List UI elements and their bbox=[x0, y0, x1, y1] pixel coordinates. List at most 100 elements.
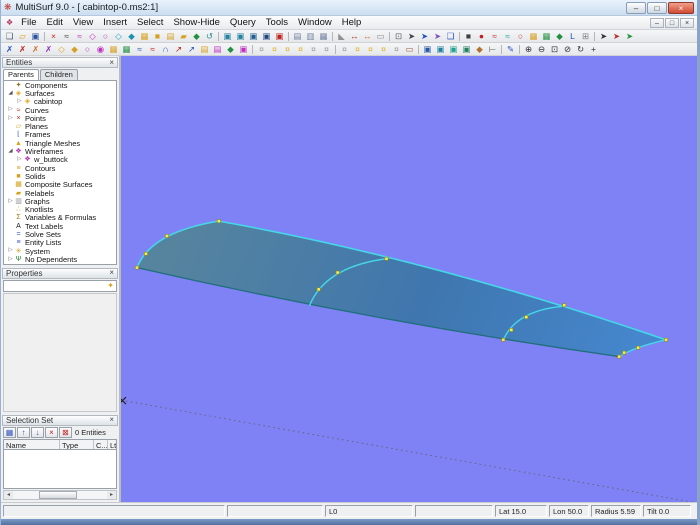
abs-magnet-icon[interactable]: ◇ bbox=[56, 44, 68, 55]
restore-button[interactable]: □ bbox=[647, 1, 667, 14]
menu-view[interactable]: View bbox=[68, 17, 98, 29]
select-add-icon[interactable]: ➤ bbox=[419, 31, 431, 42]
tree-item-graphs[interactable]: ▷ ▥ Graphs bbox=[4, 197, 116, 206]
hide-children-icon[interactable]: ¤ bbox=[321, 44, 333, 55]
viewport-3d[interactable] bbox=[121, 56, 697, 502]
mdi-close-button[interactable]: × bbox=[680, 17, 694, 28]
insert-mesh-icon[interactable]: ▦ bbox=[139, 31, 151, 42]
control-point[interactable] bbox=[501, 337, 506, 342]
collapsed-arrow-icon[interactable]: ▷ bbox=[7, 198, 14, 205]
select-query-icon[interactable]: ❑ bbox=[445, 31, 457, 42]
pointer-icon[interactable]: ➤ bbox=[598, 31, 610, 42]
insert-surface-alt-icon[interactable]: ◆ bbox=[126, 31, 138, 42]
select-cursor-icon[interactable]: ➤ bbox=[406, 31, 418, 42]
tree-item-planes[interactable]: ▱ Planes bbox=[4, 122, 116, 131]
divisions-u-icon[interactable]: ▤ bbox=[292, 31, 304, 42]
show-rings-icon[interactable]: ○ bbox=[515, 31, 527, 42]
duplicate-icon[interactable]: ▣ bbox=[461, 44, 473, 55]
hide-parents-icon[interactable]: ¤ bbox=[308, 44, 320, 55]
ccurve-icon[interactable]: ≈ bbox=[147, 44, 159, 55]
selection-set-close-icon[interactable]: × bbox=[109, 416, 114, 424]
column-header-type[interactable]: Type bbox=[60, 439, 94, 449]
collapsed-arrow-icon[interactable]: ▷ bbox=[16, 157, 23, 163]
pointer-snap-icon[interactable]: ➤ bbox=[624, 31, 636, 42]
zoom-window-icon[interactable]: ⊡ bbox=[549, 44, 561, 55]
model-window-icon[interactable]: ▭ bbox=[375, 31, 387, 42]
menu-insert[interactable]: Insert bbox=[98, 17, 132, 29]
arrows-orange-icon[interactable]: ↔ bbox=[362, 31, 374, 42]
show-icon[interactable]: ¤ bbox=[269, 44, 281, 55]
arc-icon[interactable]: ∩ bbox=[160, 44, 172, 55]
zoom-in-icon[interactable]: ⊕ bbox=[523, 44, 535, 55]
show-grid-icon[interactable]: ■ bbox=[463, 31, 475, 42]
insert-curve-icon[interactable]: ≈ bbox=[61, 31, 73, 42]
tree-item-curves[interactable]: ▷ ≈ Curves bbox=[4, 106, 116, 115]
rev-surf-icon[interactable]: ▤ bbox=[212, 44, 224, 55]
insert-solid-icon[interactable]: ■ bbox=[152, 31, 164, 42]
control-point[interactable] bbox=[524, 315, 529, 319]
control-point[interactable] bbox=[316, 287, 321, 292]
insert-magnet-icon[interactable]: ◇ bbox=[87, 31, 99, 42]
insert-variable-icon[interactable]: ↺ bbox=[204, 31, 216, 42]
tree-item-components[interactable]: ✦ Components bbox=[4, 81, 116, 90]
collapsed-arrow-icon[interactable]: ▷ bbox=[16, 98, 23, 105]
insert-ring-icon[interactable]: ○ bbox=[100, 31, 112, 42]
expanded-arrow-icon[interactable]: ◢ bbox=[7, 148, 14, 155]
show-labels-icon[interactable]: L bbox=[567, 31, 579, 42]
control-point[interactable] bbox=[384, 256, 389, 261]
collapsed-arrow-icon[interactable]: ▷ bbox=[7, 256, 14, 263]
rotate-view-icon[interactable]: ↻ bbox=[575, 44, 587, 55]
properties-help-icon[interactable]: ✦ bbox=[107, 281, 114, 290]
control-point[interactable] bbox=[509, 328, 514, 332]
export-view-icon[interactable]: ⊢ bbox=[487, 44, 499, 55]
zoom-out-icon[interactable]: ⊖ bbox=[536, 44, 548, 55]
show-points-icon[interactable]: ● bbox=[476, 31, 488, 42]
control-point[interactable] bbox=[636, 345, 640, 350]
show-solids-icon[interactable]: ◆ bbox=[554, 31, 566, 42]
bsurf-icon[interactable]: ▦ bbox=[108, 44, 120, 55]
control-point[interactable] bbox=[144, 251, 148, 256]
control-point[interactable] bbox=[216, 219, 221, 224]
insert-point-icon[interactable]: × bbox=[48, 31, 60, 42]
menu-select[interactable]: Select bbox=[132, 17, 168, 29]
tree-item-points[interactable]: ▷ × Points bbox=[4, 114, 116, 123]
minimize-button[interactable]: – bbox=[626, 1, 646, 14]
document-icon[interactable]: ❖ bbox=[6, 18, 13, 27]
scroll-track[interactable] bbox=[13, 491, 107, 499]
close-button[interactable]: × bbox=[668, 1, 694, 14]
tree-item-w-buttock[interactable]: ▷ ❖ w_buttock bbox=[4, 155, 116, 164]
insert-surface-icon[interactable]: ◇ bbox=[113, 31, 125, 42]
scroll-thumb[interactable] bbox=[39, 491, 77, 499]
viewport-canvas[interactable] bbox=[121, 56, 697, 502]
show-curves-icon[interactable]: ≈ bbox=[489, 31, 501, 42]
tab-children[interactable]: Children bbox=[39, 69, 78, 80]
scroll-right-icon[interactable]: ▸ bbox=[107, 492, 116, 498]
control-point[interactable] bbox=[165, 234, 169, 238]
abs-bead-icon[interactable]: ✗ bbox=[30, 44, 42, 55]
sel-hide-icon[interactable]: ¤ bbox=[339, 44, 351, 55]
control-point[interactable] bbox=[335, 270, 340, 275]
copy-image-icon[interactable]: ▣ bbox=[422, 44, 434, 55]
paste-entities-icon[interactable]: ▣ bbox=[448, 44, 460, 55]
title-bar[interactable]: ❋ MultiSurf 9.0 - [ cabintop-0.ms2:1] – … bbox=[1, 0, 697, 16]
collapsed-arrow-icon[interactable]: ▷ bbox=[7, 115, 14, 122]
entities-close-icon[interactable]: × bbox=[109, 58, 114, 67]
divisions-uv-icon[interactable]: ▦ bbox=[318, 31, 330, 42]
list-mode-icon[interactable]: ▦ bbox=[3, 426, 16, 438]
selection-set-list[interactable] bbox=[3, 449, 117, 489]
tree-item-cabintop[interactable]: ▷ ◈ cabintop bbox=[4, 97, 116, 106]
collapsed-arrow-icon[interactable]: ▷ bbox=[7, 248, 14, 254]
show-meshes-icon[interactable]: ▦ bbox=[528, 31, 540, 42]
control-point[interactable] bbox=[664, 337, 668, 342]
swept-surf-icon[interactable]: ◆ bbox=[225, 44, 237, 55]
control-point[interactable] bbox=[617, 354, 622, 359]
menu-query[interactable]: Query bbox=[225, 17, 261, 29]
clear-all-icon[interactable]: ⊠ bbox=[59, 426, 72, 438]
tree-item-entity-lists[interactable]: ≡ Entity Lists bbox=[4, 238, 116, 247]
select-marquee-icon[interactable]: ⊡ bbox=[393, 31, 405, 42]
view-wireframe-icon[interactable]: ▣ bbox=[222, 31, 234, 42]
control-point[interactable] bbox=[135, 265, 139, 270]
arrows-red-icon[interactable]: ↔ bbox=[349, 31, 361, 42]
sel-show-children-icon[interactable]: ¤ bbox=[378, 44, 390, 55]
menu-help[interactable]: Help bbox=[337, 17, 367, 29]
